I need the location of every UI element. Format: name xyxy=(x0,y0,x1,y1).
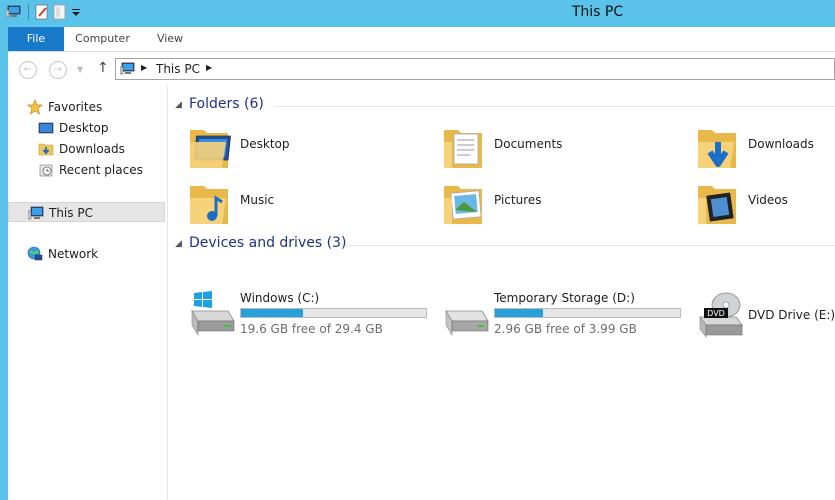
recent-places-icon xyxy=(39,164,53,177)
nav-item-recent-places[interactable]: Recent places xyxy=(38,160,163,180)
music-folder-icon xyxy=(190,186,228,224)
drive-usage-bar xyxy=(240,308,427,318)
computer-icon xyxy=(28,206,44,220)
drive-usage-fill xyxy=(495,309,543,317)
window-border xyxy=(0,27,8,500)
drive-c[interactable]: Windows (C:) 19.6 GB free of 29.4 GB xyxy=(188,291,428,343)
recent-locations-icon[interactable]: ▼ xyxy=(77,65,83,74)
drive-d[interactable]: Temporary Storage (D:) 2.96 GB free of 3… xyxy=(442,291,682,343)
address-bar[interactable]: ▶ This PC ▶ xyxy=(115,58,835,80)
nav-item-label: Network xyxy=(48,247,99,261)
folder-pictures[interactable]: Pictures xyxy=(442,178,682,230)
folder-label: Downloads xyxy=(748,137,814,151)
breadcrumb-chevron-icon[interactable]: ▶ xyxy=(206,63,212,72)
documents-folder-icon xyxy=(444,130,482,168)
devices-group-header[interactable]: ◢ Devices and drives (3) xyxy=(175,234,835,256)
nav-item-label: Downloads xyxy=(59,142,125,156)
folder-downloads[interactable]: Downloads xyxy=(696,122,835,174)
up-arrow-icon[interactable]: ↑ xyxy=(97,60,109,76)
breadcrumb-this-pc[interactable]: This PC xyxy=(156,62,200,76)
tab-view[interactable]: View xyxy=(148,27,192,51)
star-icon xyxy=(27,99,43,115)
folder-documents[interactable]: Documents xyxy=(442,122,682,174)
windows-drive-icon xyxy=(191,291,235,337)
nav-favorites[interactable]: Favorites xyxy=(27,97,162,117)
dvd-drive-icon: DVD xyxy=(699,292,743,338)
group-divider xyxy=(275,106,835,107)
nav-item-this-pc[interactable]: This PC xyxy=(8,202,165,222)
drive-label: Windows (C:) xyxy=(240,291,320,305)
drive-free-space: 19.6 GB free of 29.4 GB xyxy=(240,322,383,336)
dvd-badge: DVD xyxy=(707,309,725,318)
folder-label: Music xyxy=(240,193,275,207)
nav-item-label: This PC xyxy=(49,206,93,220)
nav-item-label: Desktop xyxy=(59,121,109,135)
tab-file[interactable]: File xyxy=(8,27,64,51)
folders-heading: Folders (6) xyxy=(189,96,264,112)
nav-item-label: Recent places xyxy=(59,163,143,177)
group-divider xyxy=(345,245,835,246)
folder-music[interactable]: Music xyxy=(188,178,428,230)
drive-e[interactable]: DVD DVD Drive (E:) xyxy=(696,291,835,343)
title-bar[interactable]: This PC xyxy=(0,0,835,27)
network-icon xyxy=(27,246,43,261)
downloads-icon xyxy=(38,143,54,156)
downloads-folder-icon xyxy=(698,130,736,168)
content-pane: ◢ Folders (6) Desktop Documents Download… xyxy=(168,85,835,500)
explorer-window: File Computer View ← → ▼ ↑ ▶ This PC ▶ F… xyxy=(8,27,835,500)
drive-usage-fill xyxy=(241,309,303,317)
back-button[interactable]: ← xyxy=(19,61,37,79)
window-title: This PC xyxy=(571,4,624,20)
forward-button[interactable]: → xyxy=(49,61,67,79)
collapse-chevron-icon[interactable]: ◢ xyxy=(175,239,182,249)
drive-free-space: 2.96 GB free of 3.99 GB xyxy=(494,322,637,336)
folder-desktop[interactable]: Desktop xyxy=(188,122,428,174)
folder-label: Desktop xyxy=(240,137,290,151)
address-row: ← → ▼ ↑ ▶ This PC ▶ xyxy=(8,52,835,85)
drive-label: Temporary Storage (D:) xyxy=(494,291,635,305)
computer-icon xyxy=(120,62,135,75)
nav-favorites-label: Favorites xyxy=(48,100,103,114)
desktop-folder-icon xyxy=(190,130,231,168)
hard-drive-icon xyxy=(445,309,489,337)
folder-label: Documents xyxy=(494,137,563,151)
breadcrumb-chevron-icon[interactable]: ▶ xyxy=(141,63,147,72)
folder-label: Pictures xyxy=(494,193,542,207)
folders-group-header[interactable]: ◢ Folders (6) xyxy=(175,95,835,117)
collapse-chevron-icon[interactable]: ◢ xyxy=(175,100,182,110)
ribbon-tabs: File Computer View xyxy=(8,27,835,52)
pictures-folder-icon xyxy=(444,186,482,224)
folder-videos[interactable]: Videos xyxy=(696,178,835,230)
nav-item-desktop[interactable]: Desktop xyxy=(38,118,163,138)
tab-computer[interactable]: Computer xyxy=(70,27,135,51)
desktop-icon xyxy=(38,122,54,134)
navigation-pane: Favorites Desktop Downloads Recent place… xyxy=(8,85,168,500)
nav-item-network[interactable]: Network xyxy=(27,244,162,264)
drive-usage-bar xyxy=(494,308,681,318)
nav-item-downloads[interactable]: Downloads xyxy=(38,139,163,159)
folder-label: Videos xyxy=(748,193,788,207)
drive-label: DVD Drive (E:) xyxy=(748,308,835,322)
devices-heading: Devices and drives (3) xyxy=(189,235,347,251)
videos-folder-icon xyxy=(698,186,736,224)
